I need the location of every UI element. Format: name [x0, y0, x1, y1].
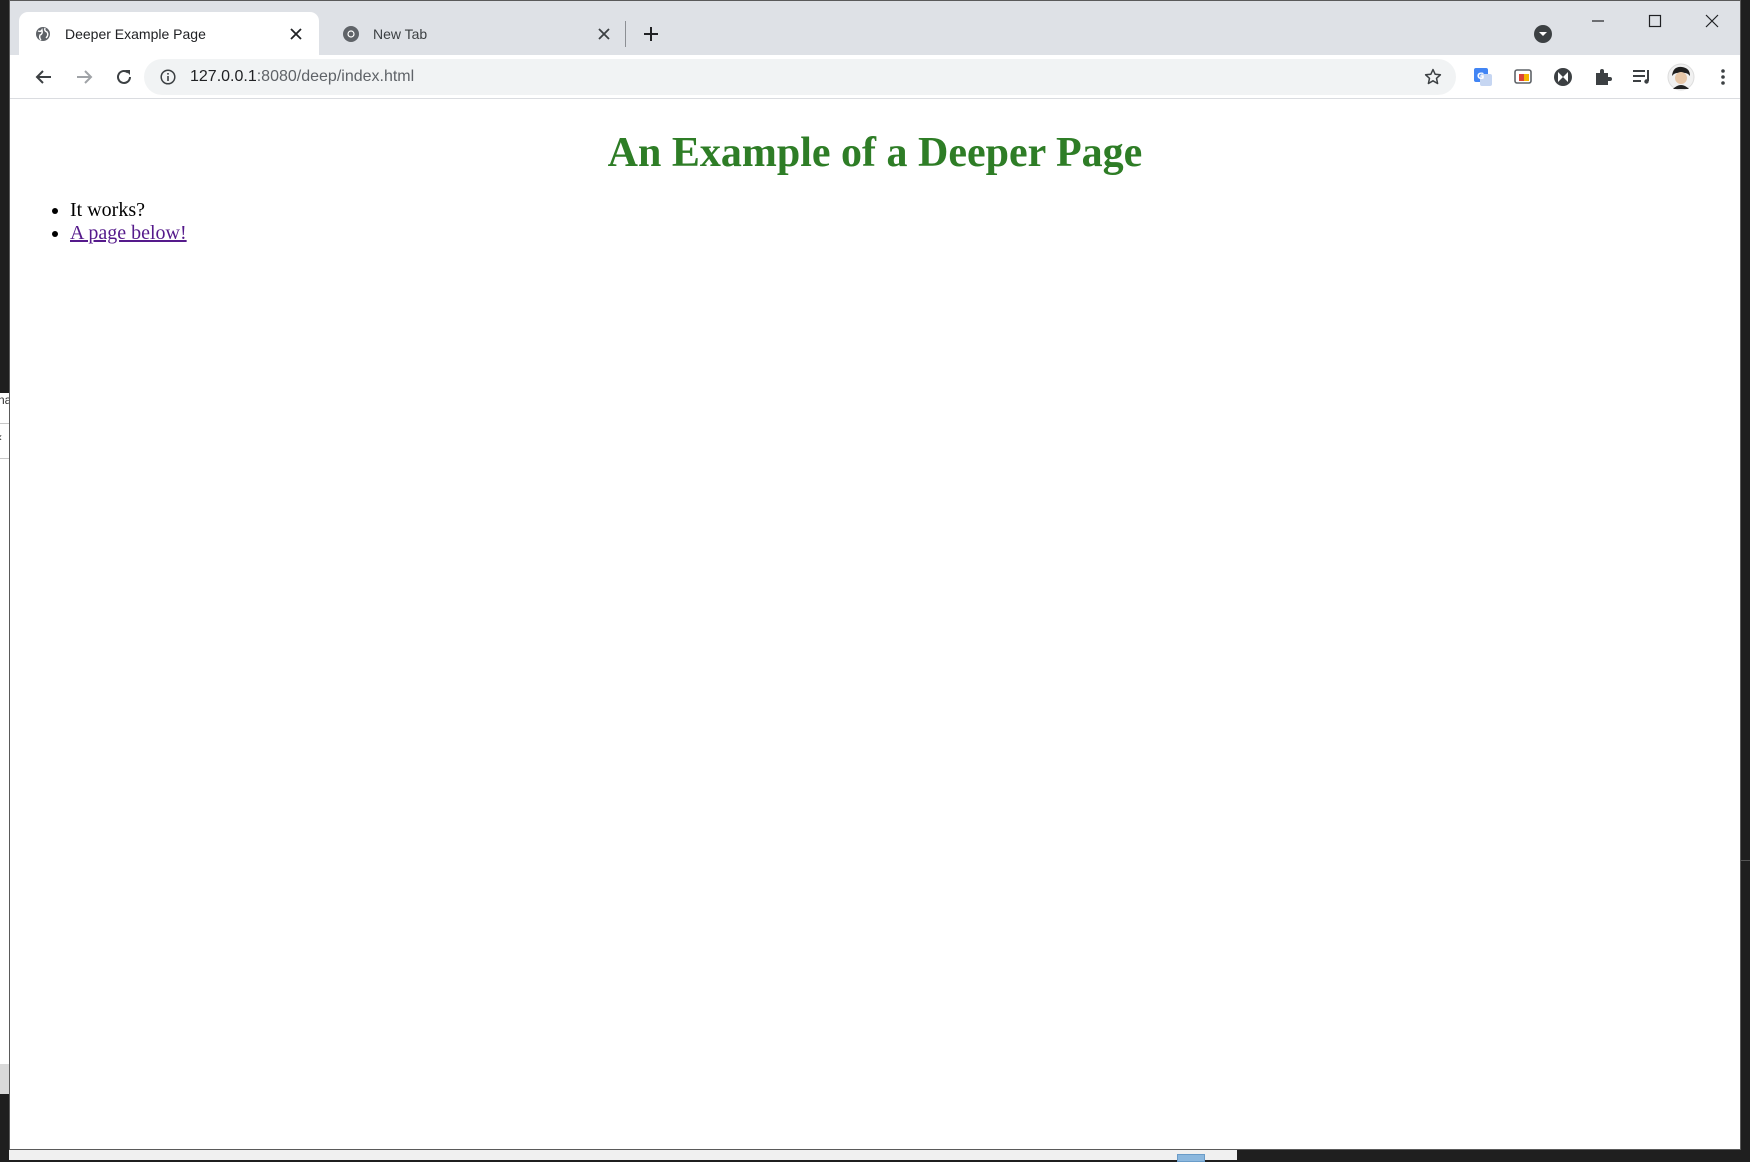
address-bar[interactable]: 127.0.0.1:8080/deep/index.html: [144, 59, 1456, 95]
taskbar-indicator: [1177, 1154, 1205, 1162]
tab-title: New Tab: [373, 25, 428, 42]
reload-button[interactable]: [107, 60, 141, 94]
back-button[interactable]: [27, 60, 61, 94]
close-icon: [1705, 14, 1719, 28]
background-window-divider: [0, 458, 9, 459]
background-window-strip: [0, 1064, 9, 1094]
page-content: An Example of a Deeper Page It works? A …: [10, 99, 1740, 1149]
item-list: It works? A page below!: [10, 199, 187, 245]
close-tab-icon[interactable]: [593, 23, 615, 45]
extensions-puzzle-icon[interactable]: [1588, 62, 1618, 92]
maximize-button[interactable]: [1627, 1, 1683, 41]
list-item-text: It works?: [70, 199, 145, 221]
tab-strip: Deeper Example Page New Tab: [10, 1, 1740, 55]
background-window-divider: [0, 423, 9, 424]
url-host: 127.0.0.1: [190, 68, 257, 85]
new-tab-button[interactable]: [636, 19, 666, 49]
bookmark-star-icon[interactable]: [1422, 66, 1444, 88]
chrome-icon: [341, 24, 361, 44]
tab-search-button[interactable]: [1530, 21, 1556, 47]
arrow-right-icon: [77, 70, 93, 84]
minimize-icon: [1592, 20, 1604, 22]
maximize-icon: [1648, 14, 1662, 28]
list-item: It works?: [70, 199, 187, 222]
tab-new-tab[interactable]: New Tab: [327, 12, 627, 55]
browser-window: Deeper Example Page New Tab 127.0.0.1:80…: [9, 0, 1741, 1150]
taskbar-strip: [9, 1150, 1237, 1162]
chevron-down-circle-icon: [1534, 25, 1552, 43]
globe-icon: [33, 24, 53, 44]
google-translate-icon[interactable]: G: [1468, 62, 1498, 92]
reading-list-icon[interactable]: [1627, 62, 1657, 92]
cast-icon[interactable]: [1508, 62, 1538, 92]
close-tab-icon[interactable]: [285, 23, 307, 45]
url-text[interactable]: 127.0.0.1:8080/deep/index.html: [190, 68, 414, 86]
reload-icon: [117, 69, 131, 84]
site-info-icon[interactable]: [158, 67, 178, 87]
background-window-text: ‹: [0, 430, 2, 444]
menu-icon[interactable]: [1708, 62, 1738, 92]
media-extension-icon[interactable]: [1548, 62, 1578, 92]
tab-deeper-example-page[interactable]: Deeper Example Page: [19, 12, 319, 55]
tab-title: Deeper Example Page: [65, 25, 206, 42]
url-path: :8080/deep/index.html: [256, 68, 415, 85]
page-heading: An Example of a Deeper Page: [607, 130, 1143, 176]
plus-icon: [644, 27, 658, 41]
forward-button[interactable]: [67, 60, 101, 94]
minimize-button[interactable]: [1570, 1, 1626, 41]
arrow-left-icon: [35, 70, 51, 84]
close-window-button[interactable]: [1684, 1, 1740, 41]
profile-avatar[interactable]: [1666, 62, 1696, 92]
browser-toolbar: 127.0.0.1:8080/deep/index.html G: [10, 55, 1740, 99]
list-item: A page below!: [70, 222, 187, 245]
page-below-link[interactable]: A page below!: [70, 222, 187, 244]
background-window: na ‹: [0, 393, 11, 1068]
svg-text:G: G: [1477, 72, 1484, 82]
background-window-edge: [1741, 860, 1750, 861]
tab-divider: [625, 21, 626, 47]
